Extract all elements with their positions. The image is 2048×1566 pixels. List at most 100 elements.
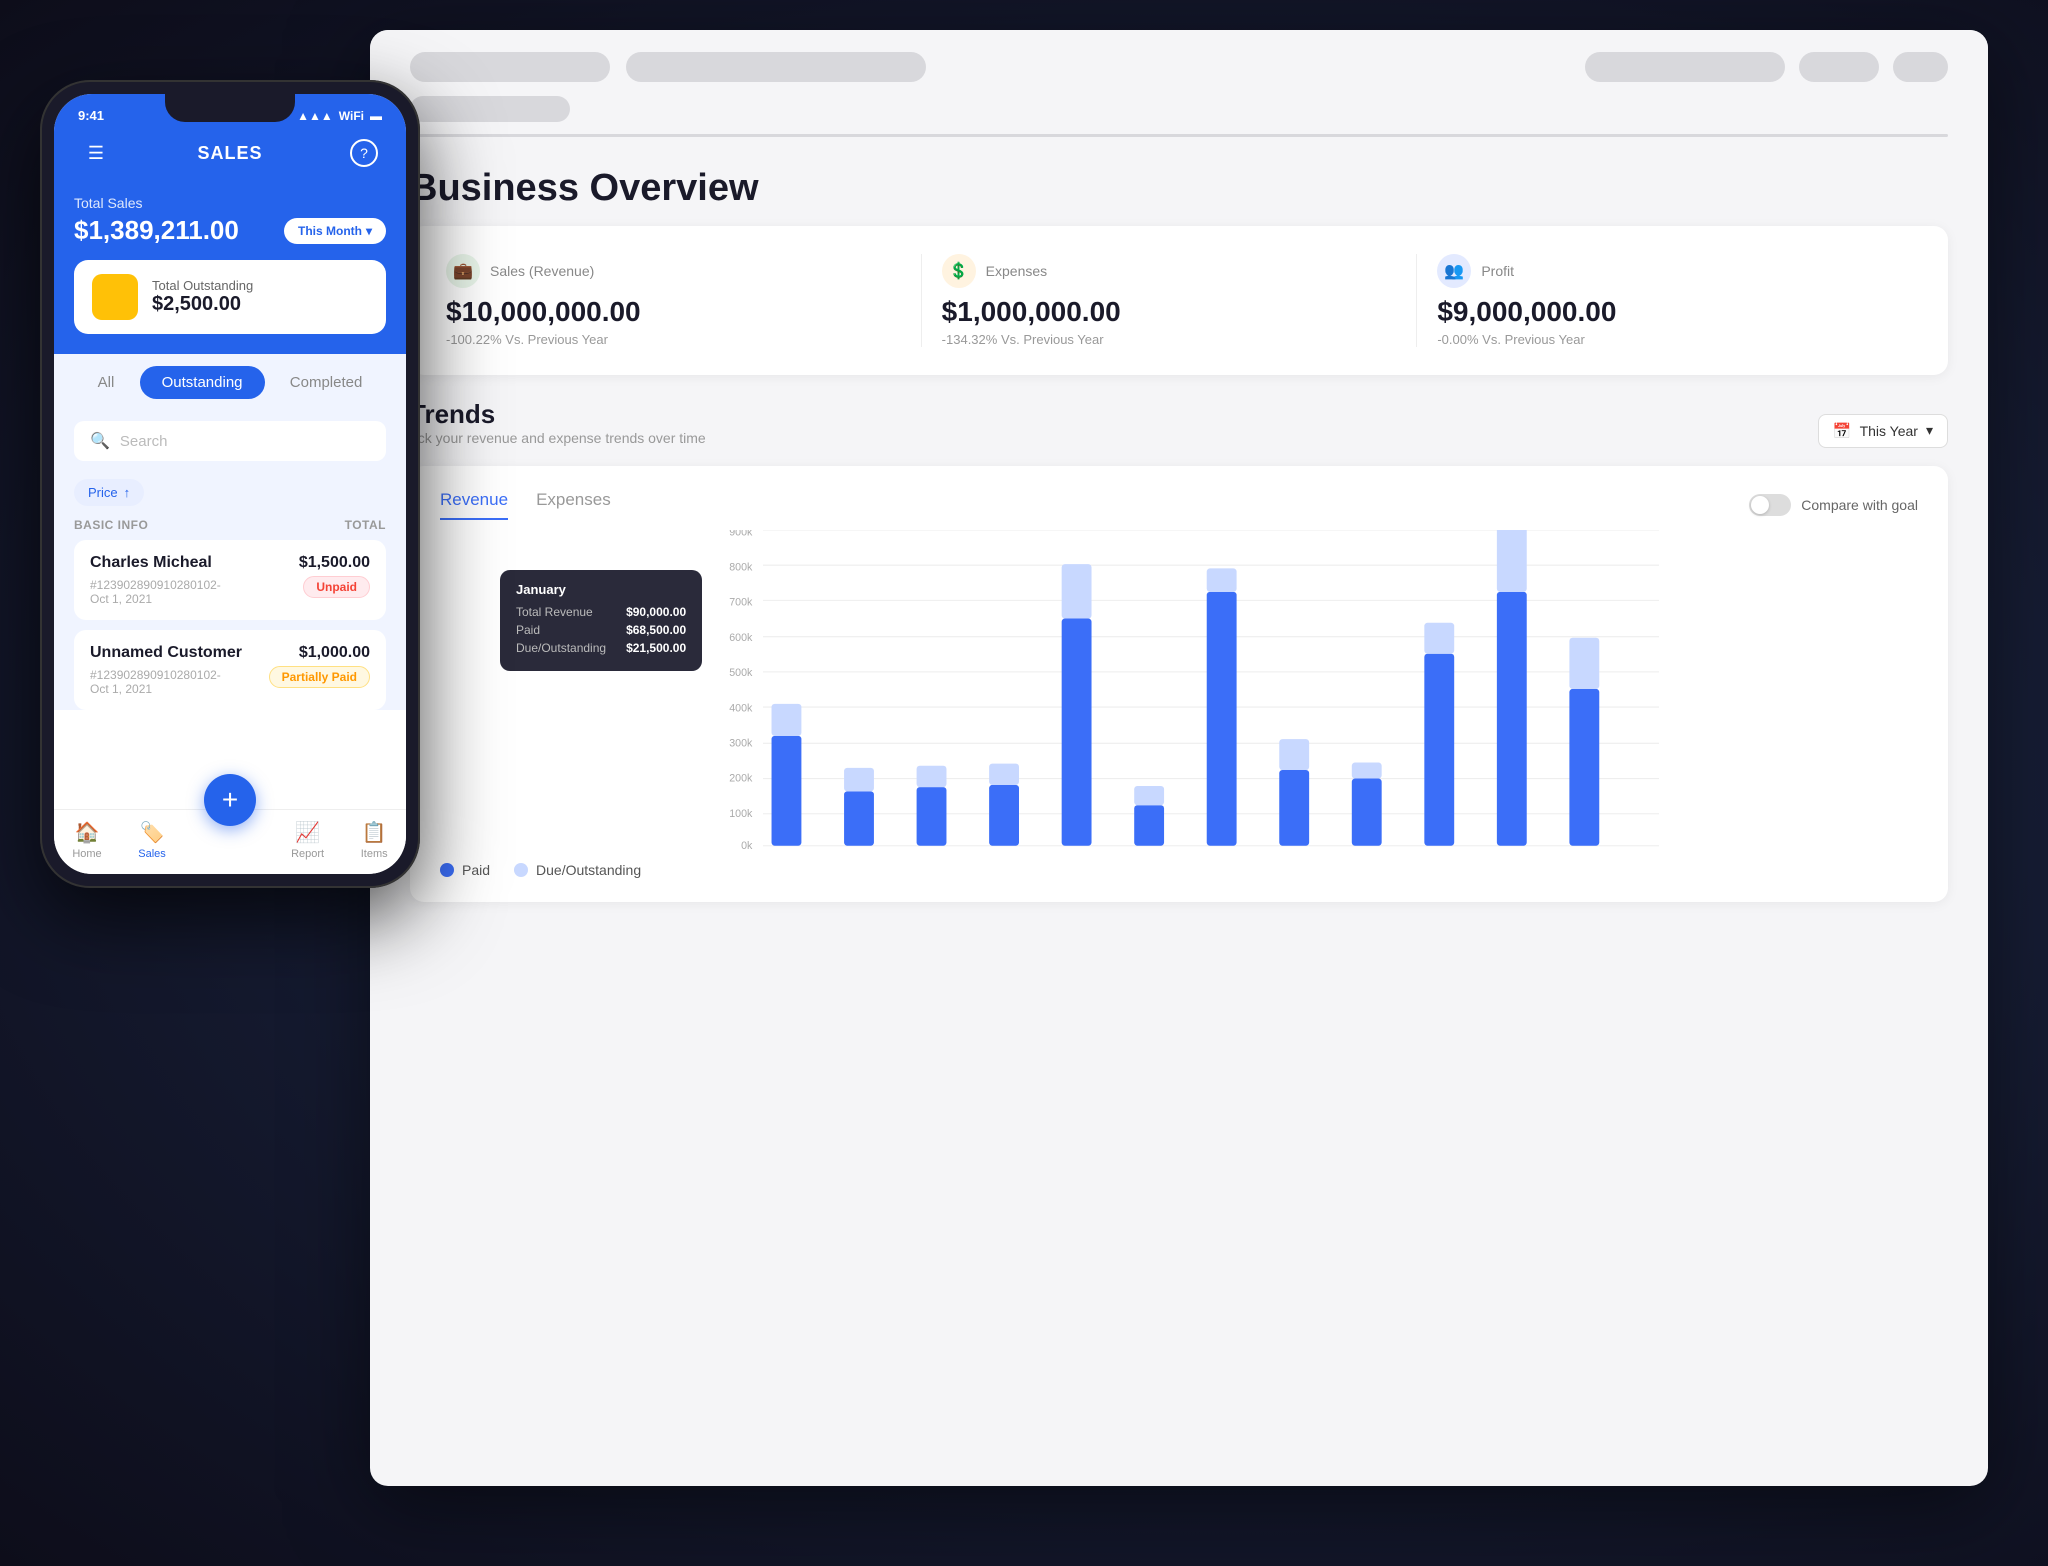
tabs-left: Revenue Expenses	[440, 490, 611, 520]
chevron-down-icon: ▾	[1926, 422, 1933, 439]
svg-text:900k: 900k	[729, 530, 753, 538]
topbar-pill-2	[626, 52, 926, 82]
phone-notch	[165, 94, 295, 122]
topbar-pill-3	[1585, 52, 1785, 82]
list-item[interactable]: Charles Micheal $1,500.00 #1239028909102…	[74, 540, 386, 620]
list-header: BASIC INFO TOTAL	[54, 510, 406, 540]
topbar-left	[410, 52, 926, 82]
bottom-nav-items-label: Items	[361, 848, 388, 860]
second-pill	[410, 96, 570, 122]
filter-tabs: All Outstanding Completed	[54, 354, 406, 411]
topbar-pill-5	[1893, 52, 1948, 82]
trends-section: Trends ack your revenue and expense tren…	[410, 399, 1948, 902]
filter-tab-outstanding[interactable]: Outstanding	[140, 366, 265, 399]
list-items: Charles Micheal $1,500.00 #1239028909102…	[54, 540, 406, 710]
item-meta-1: #123902890910280102- Oct 1, 2021	[90, 666, 221, 696]
trends-card: Revenue Expenses Compare with goal Janua…	[410, 466, 1948, 902]
fab-button[interactable]: +	[204, 774, 256, 826]
bottom-nav-sales-label: Sales	[138, 848, 166, 860]
stat-expenses-value: $1,000,000.00	[942, 296, 1397, 328]
bottom-nav-sales[interactable]: 🏷️ Sales	[138, 820, 166, 860]
tabs-row: Revenue Expenses Compare with goal	[440, 490, 1918, 520]
tooltip-row-1: Paid $68,500.00	[516, 623, 686, 637]
bottom-nav-report-label: Report	[291, 848, 324, 860]
search-bar: 🔍 Search	[54, 411, 406, 471]
stat-expenses-header: 💲 Expenses	[942, 254, 1397, 288]
tab-expenses[interactable]: Expenses	[536, 490, 611, 520]
legend-dot-outstanding	[514, 863, 528, 877]
search-placeholder: Search	[120, 433, 168, 450]
list-header-left: BASIC INFO	[74, 518, 148, 532]
phone-nav-title: SALES	[197, 143, 262, 164]
chart-legend: Paid Due/Outstanding	[440, 862, 1918, 878]
stat-sales-label: Sales (Revenue)	[490, 263, 594, 279]
tooltip-key-1: Paid	[516, 623, 540, 637]
bottom-nav-report[interactable]: 📈 Report	[291, 820, 324, 860]
list-item-top-0: Charles Micheal $1,500.00	[90, 554, 370, 572]
svg-text:600k: 600k	[729, 632, 753, 644]
tooltip-val-0: $90,000.00	[626, 605, 686, 619]
item-amount-0: $1,500.00	[299, 554, 370, 572]
stat-profit: 👥 Profit $9,000,000.00 -0.00% Vs. Previo…	[1417, 254, 1912, 347]
bottom-nav-home[interactable]: 🏠 Home	[72, 820, 101, 860]
filter-tab-completed[interactable]: Completed	[268, 366, 385, 399]
trends-title: Trends ack your revenue and expense tren…	[410, 399, 706, 462]
price-filter-button[interactable]: Price ↑	[74, 479, 144, 506]
item-name-1: Unnamed Customer	[90, 644, 242, 662]
sales-icon: 💼	[446, 254, 480, 288]
item-badge-1: Partially Paid	[269, 666, 370, 688]
svg-text:700k: 700k	[729, 597, 753, 609]
tooltip-val-1: $68,500.00	[626, 623, 686, 637]
bottom-nav-items[interactable]: 📋 Items	[361, 820, 388, 860]
items-icon: 📋	[362, 820, 387, 845]
topbar-pill-4	[1799, 52, 1879, 82]
fab-icon: +	[222, 784, 238, 816]
stat-sales-value: $10,000,000.00	[446, 296, 901, 328]
item-name-0: Charles Micheal	[90, 554, 212, 572]
profit-icon: 👥	[1437, 254, 1471, 288]
topbar-pill-1	[410, 52, 610, 82]
signal-icon: ▲▲▲	[297, 109, 333, 123]
stat-sales-header: 💼 Sales (Revenue)	[446, 254, 901, 288]
period-label: This Month	[298, 224, 362, 238]
year-selector[interactable]: 📅 This Year ▾	[1818, 414, 1948, 448]
svg-text:100k: 100k	[729, 808, 753, 820]
legend-paid: Paid	[440, 862, 490, 878]
compare-goal: Compare with goal	[1749, 494, 1918, 516]
filter-tab-all[interactable]: All	[76, 366, 137, 399]
topbar-right	[1585, 52, 1948, 82]
outstanding-value: $2,500.00	[152, 293, 253, 316]
chevron-down-icon: ▾	[366, 224, 372, 238]
sales-nav-icon: 🏷️	[140, 820, 165, 845]
search-input[interactable]: 🔍 Search	[74, 421, 386, 461]
svg-text:500k: 500k	[729, 667, 753, 679]
legend-outstanding: Due/Outstanding	[514, 862, 641, 878]
tab-revenue[interactable]: Revenue	[440, 490, 508, 520]
phone-nav-bar: ☰ SALES ?	[54, 129, 406, 179]
trends-header: Trends ack your revenue and expense tren…	[410, 399, 1948, 462]
svg-text:400k: 400k	[729, 702, 753, 714]
total-sales-label: Total Sales	[74, 195, 386, 211]
tooltip-key-0: Total Revenue	[516, 605, 593, 619]
phone-outer: 9:41 ▲▲▲ WiFi ▬ ☰ SALES ? Total Sales $1…	[40, 80, 420, 888]
chart-area: January Total Revenue $90,000.00 Paid $6…	[440, 530, 1918, 850]
stat-sales: 💼 Sales (Revenue) $10,000,000.00 -100.22…	[446, 254, 922, 347]
item-id-1: #123902890910280102-	[90, 668, 221, 682]
outstanding-info: Total Outstanding $2,500.00	[152, 278, 253, 316]
stat-profit-value: $9,000,000.00	[1437, 296, 1892, 328]
menu-icon[interactable]: ☰	[82, 139, 110, 167]
stat-expenses-change: -134.32% Vs. Previous Year	[942, 332, 1397, 347]
list-item-bottom-1: #123902890910280102- Oct 1, 2021 Partial…	[90, 666, 370, 696]
report-icon: 📈	[295, 820, 320, 845]
item-id-0: #123902890910280102-	[90, 578, 221, 592]
compare-toggle[interactable]	[1749, 494, 1791, 516]
stat-sales-change: -100.22% Vs. Previous Year	[446, 332, 901, 347]
stat-expenses-label: Expenses	[986, 263, 1047, 279]
period-selector[interactable]: This Month ▾	[284, 218, 386, 244]
item-amount-1: $1,000.00	[299, 644, 370, 662]
svg-text:800k: 800k	[729, 562, 753, 574]
item-date-1: Oct 1, 2021	[90, 682, 221, 696]
list-item-1[interactable]: Unnamed Customer $1,000.00 #123902890910…	[74, 630, 386, 710]
help-icon[interactable]: ?	[350, 139, 378, 167]
chart-tooltip: January Total Revenue $90,000.00 Paid $6…	[500, 570, 702, 671]
